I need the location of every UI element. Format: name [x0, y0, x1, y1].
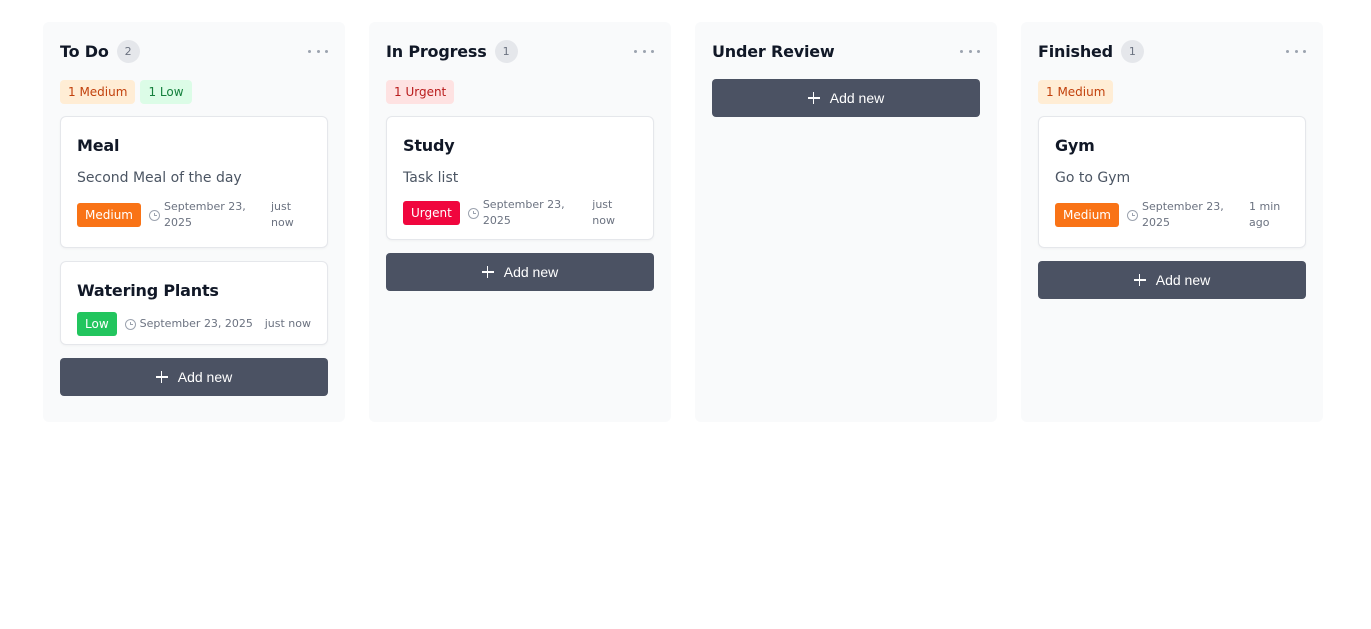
- count-badge: 1: [1120, 39, 1144, 63]
- task-card[interactable]: Study Task list Urgent September 23, 202…: [386, 116, 654, 240]
- priority-summary: 1 Urgent: [386, 80, 654, 104]
- card-meta: Medium September 23, 2025 1 min ago: [1055, 199, 1289, 247]
- clock-icon: [148, 209, 160, 221]
- column-title: In Progress: [386, 41, 487, 61]
- task-card[interactable]: Meal Second Meal of the day Medium Septe…: [60, 116, 328, 248]
- plus-icon: [481, 266, 494, 278]
- card-date: September 23, 2025: [139, 317, 253, 330]
- column-title: Finished: [1038, 41, 1113, 61]
- clock-icon: [124, 318, 136, 330]
- priority-badge: Medium: [77, 203, 141, 227]
- clock-icon: [467, 207, 479, 219]
- card-date: September 23, 2025: [482, 198, 565, 227]
- card-relative-time: 1 min ago: [1249, 200, 1281, 229]
- card-date: September 23, 2025: [1141, 200, 1224, 229]
- card-meta: Low September 23, 2025 just now: [77, 310, 311, 344]
- plus-icon: [155, 371, 168, 383]
- column-title: Under Review: [712, 41, 835, 61]
- task-card[interactable]: Gym Go to Gym Medium September 23, 2025 …: [1038, 116, 1306, 248]
- priority-summary: 1 Medium: [1038, 80, 1306, 104]
- card-relative-time: just now: [592, 198, 615, 227]
- column-under-review: Under Review Add new: [695, 22, 997, 422]
- card-date: September 23, 2025: [163, 200, 246, 229]
- more-horizontal-icon[interactable]: [634, 43, 654, 59]
- add-new-button[interactable]: Add new: [1038, 261, 1306, 299]
- add-new-label: Add new: [503, 264, 559, 280]
- add-new-label: Add new: [1155, 272, 1211, 288]
- add-new-button[interactable]: Add new: [60, 358, 328, 396]
- column-header: To Do 2: [60, 22, 328, 80]
- count-badge: 1: [494, 39, 518, 63]
- card-title: Gym: [1055, 136, 1095, 155]
- summary-chip-urgent: 1 Urgent: [386, 80, 455, 104]
- add-new-label: Add new: [829, 90, 885, 106]
- plus-icon: [807, 92, 820, 104]
- more-horizontal-icon[interactable]: [960, 43, 980, 59]
- priority-badge: Medium: [1055, 203, 1119, 227]
- card-relative-time: just now: [264, 317, 311, 330]
- card-title: Study: [403, 136, 455, 155]
- column-header: In Progress 1: [386, 22, 654, 80]
- column-header: Finished 1: [1038, 22, 1306, 80]
- card-meta: Urgent September 23, 2025 just now: [403, 198, 637, 239]
- summary-chip-medium: 1 Medium: [1038, 80, 1114, 104]
- card-relative-time: just now: [271, 200, 294, 229]
- card-title: Watering Plants: [77, 281, 219, 300]
- kanban-board: To Do 2 1 Medium 1 Low Meal Second Meal …: [0, 0, 1371, 629]
- column-to-do: To Do 2 1 Medium 1 Low Meal Second Meal …: [43, 22, 345, 422]
- clock-icon: [1126, 209, 1138, 221]
- column-header: Under Review: [712, 22, 980, 80]
- card-description: Second Meal of the day: [77, 170, 242, 186]
- more-horizontal-icon[interactable]: [308, 43, 328, 59]
- card-meta: Medium September 23, 2025 just now: [77, 199, 311, 247]
- column-finished: Finished 1 1 Medium Gym Go to Gym Medium…: [1021, 22, 1323, 422]
- plus-icon: [1133, 274, 1146, 286]
- count-badge: 2: [116, 39, 140, 63]
- summary-chip-medium: 1 Medium: [60, 80, 136, 104]
- task-card[interactable]: Watering Plants Low September 23, 2025 j…: [60, 261, 328, 345]
- priority-badge: Low: [77, 312, 117, 336]
- add-new-label: Add new: [177, 369, 233, 385]
- column-title: To Do: [60, 41, 109, 61]
- priority-badge: Urgent: [403, 201, 460, 225]
- card-description: Task list: [403, 170, 459, 186]
- add-new-button[interactable]: Add new: [712, 79, 980, 117]
- priority-summary: 1 Medium 1 Low: [60, 80, 328, 104]
- summary-chip-low: 1 Low: [140, 80, 192, 104]
- add-new-button[interactable]: Add new: [386, 253, 654, 291]
- card-description: Go to Gym: [1055, 170, 1131, 186]
- card-title: Meal: [77, 136, 120, 155]
- more-horizontal-icon[interactable]: [1286, 43, 1306, 59]
- column-in-progress: In Progress 1 1 Urgent Study Task list U…: [369, 22, 671, 422]
